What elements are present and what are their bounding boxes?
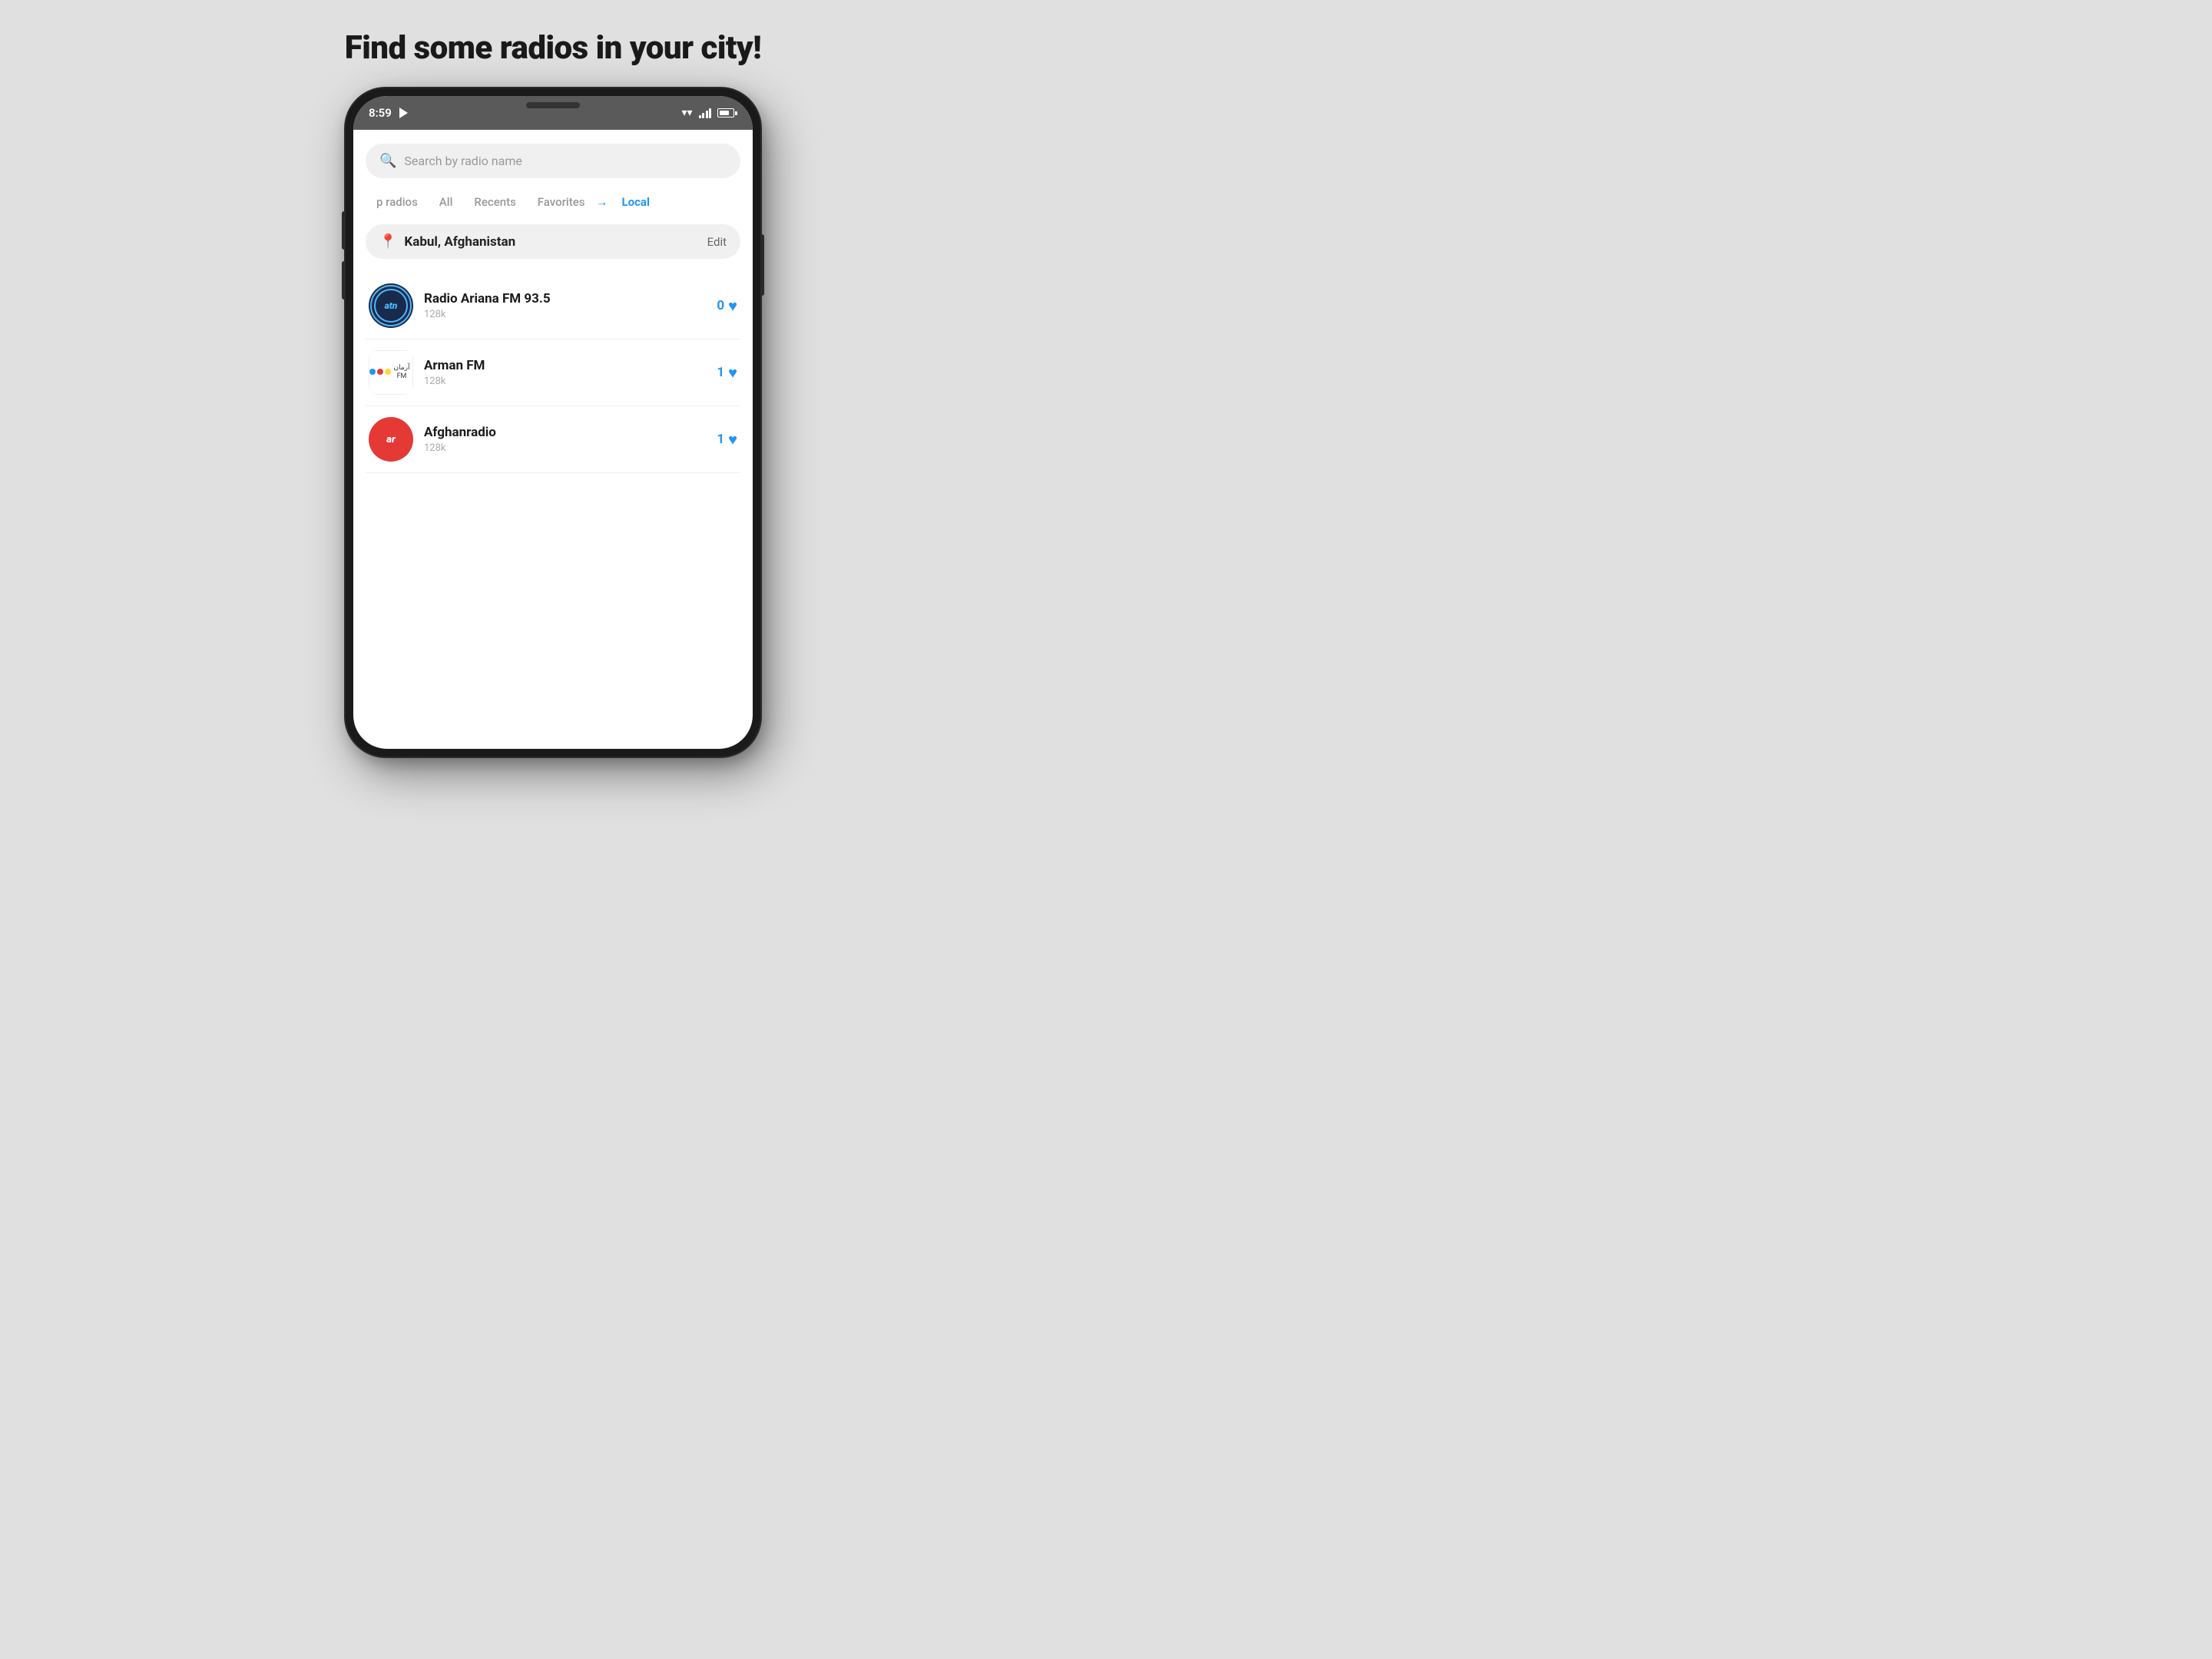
battery-icon (717, 108, 737, 118)
phone-mockup: 8:59 ▾▾ (346, 88, 760, 757)
search-bar[interactable]: 🔍 Search by radio name (366, 144, 740, 178)
app-content: 🔍 Search by radio name p radios All Rece… (353, 130, 753, 473)
search-placeholder: Search by radio name (404, 154, 522, 168)
tab-recents[interactable]: Recents (463, 190, 526, 214)
radio-name: Radio Ariana FM 93.5 (424, 291, 706, 306)
favorites-count: 1 (717, 365, 724, 380)
radio-logo-ariana: atn (369, 283, 413, 328)
tab-top-radios[interactable]: p radios (366, 190, 429, 214)
volume-down-button (342, 261, 346, 300)
radio-bitrate: 128k (424, 309, 706, 320)
search-icon: 🔍 (379, 153, 396, 169)
tab-arrow-icon: → (596, 194, 608, 210)
volume-up-button (342, 211, 346, 250)
location-bar[interactable]: 📍 Kabul, Afghanistan Edit (366, 224, 740, 259)
radio-name: Arman FM (424, 358, 706, 373)
radio-info-afghan: Afghanradio 128k (424, 425, 706, 454)
radio-bitrate: 128k (424, 376, 706, 387)
radio-name: Afghanradio (424, 425, 706, 440)
radio-item[interactable]: آرمان FM Arman FM 128k 1 ♥ (366, 339, 740, 406)
radio-info-arman: Arman FM 128k (424, 358, 706, 387)
heart-icon: ♥ (728, 430, 737, 449)
power-button (760, 234, 764, 296)
phone-screen: 8:59 ▾▾ (353, 96, 753, 749)
radio-favorites-afghan[interactable]: 1 ♥ (717, 430, 737, 449)
radio-favorites-ariana[interactable]: 0 ♥ (717, 296, 737, 316)
radio-item[interactable]: ar Afghanradio 128k 1 ♥ (366, 406, 740, 473)
tab-local[interactable]: Local (611, 190, 661, 214)
status-icons-group: ▾▾ (681, 107, 737, 119)
tabs-row: p radios All Recents Favorites → Local (366, 190, 740, 214)
location-name: Kabul, Afghanistan (404, 234, 515, 250)
radio-info-ariana: Radio Ariana FM 93.5 128k (424, 291, 706, 320)
tab-favorites[interactable]: Favorites (527, 190, 596, 214)
wifi-icon: ▾▾ (681, 107, 692, 119)
heart-icon: ♥ (728, 296, 737, 316)
location-edit-button[interactable]: Edit (707, 235, 727, 249)
radio-bitrate: 128k (424, 442, 706, 454)
radio-logo-arman: آرمان FM (369, 350, 413, 395)
location-pin-icon: 📍 (379, 233, 396, 250)
favorites-count: 0 (717, 298, 724, 313)
radio-logo-afghan: ar (369, 417, 413, 462)
radio-favorites-arman[interactable]: 1 ♥ (717, 363, 737, 382)
clock-display: 8:59 (369, 106, 392, 120)
favorites-count: 1 (717, 432, 724, 447)
tab-all[interactable]: All (429, 190, 464, 214)
media-playing-icon (399, 108, 408, 118)
location-info: 📍 Kabul, Afghanistan (379, 233, 515, 250)
page-title: Find some radios in your city! (345, 29, 761, 67)
phone-speaker (526, 102, 580, 108)
signal-icon (699, 108, 712, 118)
radio-item[interactable]: atn Radio Ariana FM 93.5 128k 0 ♥ (366, 273, 740, 339)
radio-list: atn Radio Ariana FM 93.5 128k 0 ♥ (366, 273, 740, 473)
heart-icon: ♥ (728, 363, 737, 382)
status-time-group: 8:59 (369, 106, 408, 120)
status-bar: 8:59 ▾▾ (353, 96, 753, 130)
